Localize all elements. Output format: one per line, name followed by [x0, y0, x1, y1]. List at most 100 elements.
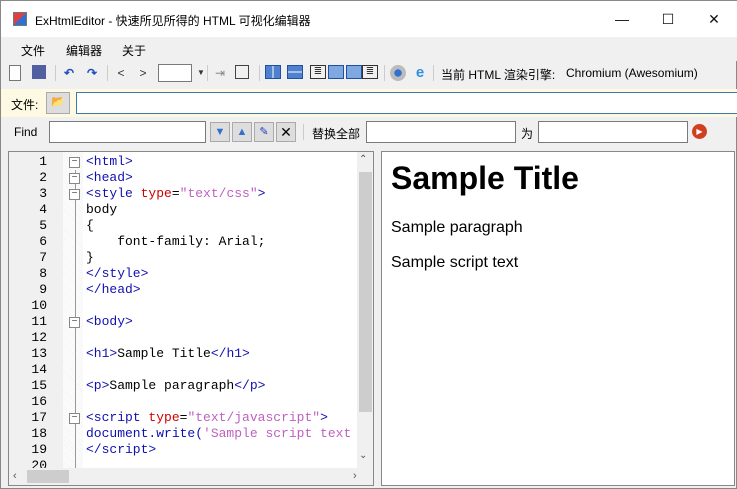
scroll-up-icon[interactable]: ⌃ [359, 154, 367, 165]
engine-label: 当前 HTML 渲染引擎: [441, 68, 556, 82]
horizontal-scroll-thumb[interactable] [27, 470, 69, 483]
line-number: 3 [39, 186, 47, 201]
scroll-right-icon[interactable]: › [353, 470, 357, 482]
find-previous-icon[interactable]: ▲ [232, 122, 252, 142]
preview-view-icon[interactable] [346, 65, 362, 79]
line-number: 15 [31, 378, 47, 393]
highlight-icon[interactable]: ✎ [254, 122, 274, 142]
code-line[interactable]: { [86, 218, 94, 234]
find-bar: Find ▼ ▲ ✎ ✕ 替换全部 为 ▶ [1, 118, 737, 146]
chromium-icon[interactable] [390, 65, 406, 81]
design-view-icon[interactable] [328, 65, 344, 79]
menu-file[interactable]: 文件 [21, 42, 45, 59]
code-token: <h1> [86, 346, 118, 361]
title-bar: ExHtmlEditor - 快速所见所得的 HTML 可视化编辑器 — ☐ ✕ [1, 1, 737, 37]
zoom-combo[interactable] [158, 64, 192, 82]
split-horizontal-icon[interactable] [287, 65, 303, 79]
code-token: 'Sample script text [203, 426, 352, 441]
window-title: ExHtmlEditor - 快速所见所得的 HTML 可视化编辑器 [35, 14, 311, 28]
toolbar: ↶ ↷ < > ▼ ⇥ ≣ ≣ e 当前 HTML 渲染引擎: Chromium… [1, 61, 737, 85]
fold-toggle-icon[interactable]: − [69, 189, 80, 200]
replace-all-label[interactable]: 替换全部 [312, 125, 360, 142]
save-icon[interactable] [32, 65, 46, 79]
word-wrap-icon[interactable]: ⇥ [212, 65, 228, 81]
code-line[interactable]: <p>Sample paragraph</p> [86, 378, 265, 394]
code-line[interactable]: body [86, 202, 117, 218]
menu-editor[interactable]: 编辑器 [66, 42, 102, 59]
app-icon [13, 12, 27, 26]
code-line[interactable]: } [86, 250, 94, 266]
clear-find-icon[interactable]: ✕ [276, 122, 296, 142]
preview-pane: Sample Title Sample paragraph Sample scr… [381, 151, 735, 486]
replace-to-input[interactable] [538, 121, 688, 143]
code-token: <head> [86, 170, 133, 185]
code-line[interactable]: <head> [86, 170, 133, 186]
menu-bar: 文件 编辑器 关于 [1, 37, 737, 61]
find-input[interactable] [49, 121, 206, 143]
code-token: </script> [86, 442, 157, 457]
code-token: </head> [86, 282, 141, 297]
line-number: 4 [39, 202, 47, 217]
text-view-icon[interactable]: ≣ [362, 65, 378, 79]
minimize-button[interactable]: — [599, 1, 645, 37]
code-line[interactable]: </style> [86, 266, 148, 282]
code-editor[interactable]: 1− <html> 2− <head> 3− <style type="text/css"… [8, 151, 374, 486]
code-line[interactable]: <script type="text/javascript"> [86, 410, 328, 426]
preview-script-text: Sample script text [391, 254, 519, 271]
line-number: 2 [39, 170, 47, 185]
replace-from-input[interactable] [366, 121, 516, 143]
menu-about[interactable]: 关于 [122, 42, 146, 59]
line-number: 6 [39, 234, 47, 249]
close-button[interactable]: ✕ [691, 1, 737, 37]
back-button[interactable]: < [113, 65, 129, 81]
redo-icon[interactable]: ↷ [84, 65, 100, 81]
engine-value: Chromium (Awesomium) [566, 66, 698, 80]
code-token: </h1> [210, 346, 250, 361]
fold-toggle-icon[interactable]: − [69, 317, 80, 328]
code-line[interactable]: <html> [86, 154, 133, 170]
split-vertical-icon[interactable] [265, 65, 281, 79]
ie-icon[interactable]: e [412, 65, 428, 81]
fold-toggle-icon[interactable]: − [69, 157, 80, 168]
code-token: <p> [86, 378, 110, 393]
vertical-scroll-thumb[interactable] [359, 172, 372, 412]
code-token: type [148, 410, 180, 425]
fold-toggle-icon[interactable]: − [69, 413, 80, 424]
code-token: document.write( [86, 426, 204, 441]
code-line[interactable]: <style type="text/css"> [86, 186, 265, 202]
scroll-down-icon[interactable]: ⌄ [359, 450, 367, 461]
code-line[interactable]: </script> [86, 442, 156, 458]
line-number: 5 [39, 218, 47, 233]
code-token: body [86, 202, 118, 217]
code-line[interactable]: </head> [86, 282, 141, 298]
code-token: > [257, 186, 266, 201]
undo-icon[interactable]: ↶ [61, 65, 77, 81]
code-token: = [171, 186, 180, 201]
source-window-icon[interactable] [235, 65, 249, 79]
code-token: Sample Title [117, 346, 211, 361]
forward-button[interactable]: > [135, 65, 151, 81]
code-line[interactable]: document.write('Sample script text [86, 426, 351, 442]
code-token: <html> [86, 154, 133, 169]
code-line[interactable]: <h1>Sample Title</h1> [86, 346, 250, 362]
code-token: } [86, 250, 94, 265]
code-line[interactable]: <body> [86, 314, 133, 330]
line-number: 10 [31, 298, 47, 313]
code-line[interactable]: font-family: Arial; [86, 234, 265, 250]
line-number: 14 [31, 362, 47, 377]
code-view-icon[interactable]: ≣ [310, 65, 326, 79]
to-label: 为 [521, 127, 534, 141]
line-number: 16 [31, 394, 47, 409]
scroll-left-icon[interactable]: ‹ [13, 470, 17, 482]
maximize-button[interactable]: ☐ [645, 1, 691, 37]
file-path-input[interactable] [76, 92, 737, 114]
preview-title: Sample Title [391, 160, 579, 196]
file-bar: 文件: 📂 [1, 89, 737, 117]
fold-toggle-icon[interactable]: − [69, 173, 80, 184]
replace-go-icon[interactable]: ▶ [692, 124, 707, 139]
line-number: 8 [39, 266, 47, 281]
find-next-icon[interactable]: ▼ [210, 122, 230, 142]
open-folder-icon[interactable]: 📂 [46, 92, 70, 114]
find-label: Find [14, 125, 38, 139]
new-file-icon[interactable] [9, 65, 21, 81]
